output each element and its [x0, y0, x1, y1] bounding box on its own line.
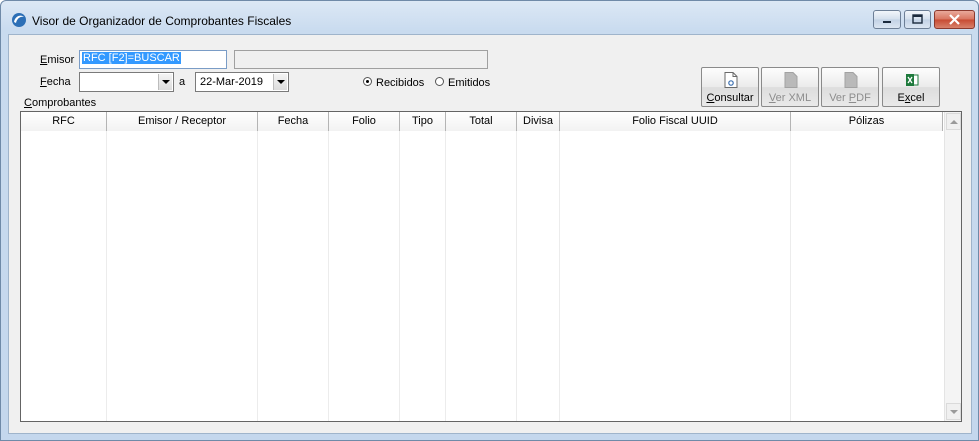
ver-xml-label: Ver XML: [762, 92, 818, 104]
minimize-button[interactable]: [873, 10, 901, 29]
excel-label-b: cel: [910, 92, 925, 104]
xml-document-icon: [784, 72, 798, 88]
excel-button[interactable]: Excel: [882, 67, 940, 107]
column-header-folio-fiscal-uuid[interactable]: Folio Fiscal UUID: [560, 112, 791, 131]
column-header-polizas[interactable]: Pólizas: [791, 112, 943, 131]
fecha-label: Fecha: [40, 76, 71, 88]
scroll-up-icon[interactable]: [946, 113, 961, 130]
column-divider: [445, 131, 446, 421]
consultar-button[interactable]: Consultar: [701, 67, 759, 107]
close-button[interactable]: [934, 10, 975, 29]
client-area: Emisor RFC [F2]=BUSCAR Fecha a 22-Mar-20…: [8, 34, 972, 434]
maximize-icon: [912, 14, 923, 24]
recibidos-label[interactable]: Recibidos: [376, 77, 424, 89]
ver-xml-label-rest: er XML: [775, 92, 812, 104]
emisor-input[interactable]: RFC [F2]=BUSCAR: [79, 50, 227, 69]
fecha-from-combo[interactable]: [79, 72, 174, 92]
fecha-label-hotkey: F: [40, 76, 47, 88]
close-icon: [949, 14, 960, 25]
recibidos-radio[interactable]: [363, 77, 372, 86]
column-divider: [399, 131, 400, 421]
column-header-rfc[interactable]: RFC: [21, 112, 107, 131]
maximize-button[interactable]: [904, 10, 931, 29]
vertical-scrollbar[interactable]: [944, 112, 961, 421]
document-search-icon: [724, 72, 738, 88]
column-divider: [559, 131, 560, 421]
minimize-icon: [883, 21, 891, 23]
column-header-tipo[interactable]: Tipo: [400, 112, 446, 131]
title-bar[interactable]: Visor de Organizador de Comprobantes Fis…: [1, 1, 978, 33]
ver-pdf-label-a: Ver: [829, 92, 849, 104]
column-header-divisa[interactable]: Divisa: [517, 112, 560, 131]
column-divider: [328, 131, 329, 421]
fecha-to-value: 22-Mar-2019: [200, 76, 263, 88]
column-header-emisor-receptor[interactable]: Emisor / Receptor: [107, 112, 258, 131]
ver-pdf-label-b: DF: [856, 92, 871, 104]
pdf-document-icon: [844, 72, 858, 88]
comprobantes-table[interactable]: RFC Emisor / Receptor Fecha Folio Tipo T…: [20, 111, 962, 422]
column-header-total[interactable]: Total: [446, 112, 517, 131]
excel-icon: [906, 74, 919, 86]
emisor-name-field: [234, 50, 488, 69]
ver-xml-button[interactable]: Ver XML: [761, 67, 819, 107]
main-window: Visor de Organizador de Comprobantes Fis…: [0, 0, 979, 441]
fecha-to-combo[interactable]: 22-Mar-2019: [195, 72, 289, 92]
comprobantes-label: Comprobantes: [24, 97, 96, 109]
excel-label-a: E: [897, 92, 905, 104]
ver-pdf-label: Ver PDF: [822, 92, 878, 104]
emisor-label: Emisor: [40, 54, 74, 66]
scroll-down-icon[interactable]: [946, 403, 961, 420]
emisor-label-rest: misor: [47, 54, 75, 66]
column-header-folio[interactable]: Folio: [329, 112, 400, 131]
chevron-down-icon[interactable]: [273, 74, 287, 90]
consultar-label-rest: onsultar: [714, 92, 754, 104]
emitidos-radio[interactable]: [435, 77, 444, 86]
excel-label: Excel: [883, 92, 939, 104]
comprobantes-label-rest: omprobantes: [31, 97, 97, 109]
emisor-input-value: RFC [F2]=BUSCAR: [82, 52, 181, 64]
emitidos-label[interactable]: Emitidos: [448, 77, 490, 89]
column-divider: [257, 131, 258, 421]
fecha-label-rest: echa: [46, 76, 71, 88]
fecha-separator: a: [179, 76, 186, 88]
column-divider: [790, 131, 791, 421]
column-header-fecha[interactable]: Fecha: [258, 112, 329, 131]
window-title: Visor de Organizador de Comprobantes Fis…: [32, 14, 292, 28]
chevron-down-icon[interactable]: [158, 74, 172, 90]
comprobantes-label-hotkey: C: [24, 97, 32, 109]
ver-pdf-button[interactable]: Ver PDF: [821, 67, 879, 107]
consultar-label: Consultar: [702, 92, 758, 104]
table-header: RFC Emisor / Receptor Fecha Folio Tipo T…: [21, 112, 943, 131]
ver-xml-hotkey: V: [768, 92, 776, 104]
column-divider: [516, 131, 517, 421]
app-logo-icon: [12, 13, 26, 27]
column-divider: [106, 131, 107, 421]
